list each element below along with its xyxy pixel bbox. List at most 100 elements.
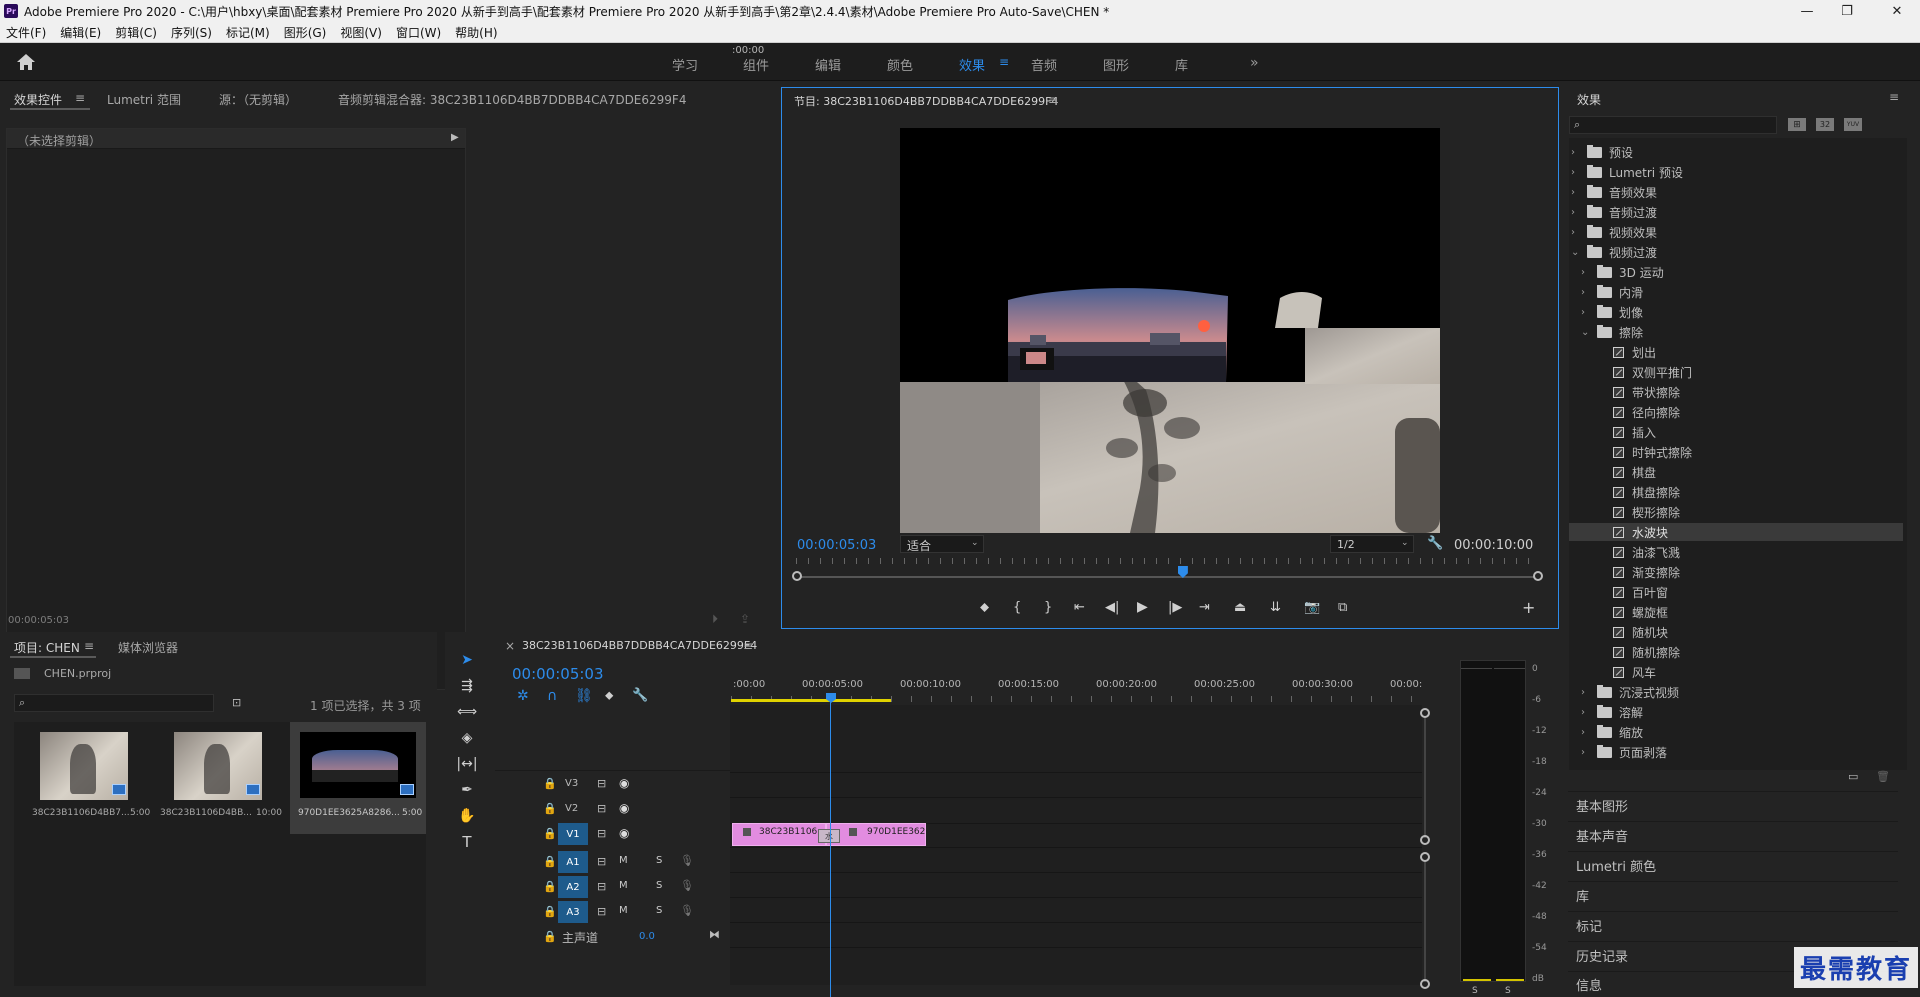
effect-item[interactable]: 双侧平推门 xyxy=(1613,364,1692,381)
effect-item[interactable]: 棋盘 xyxy=(1613,464,1656,481)
menu-graphics[interactable]: 图形(G) xyxy=(284,24,327,41)
project-search-input[interactable]: ⌕ xyxy=(14,694,214,712)
tree-folder-3d-motion[interactable]: › 3D 运动 xyxy=(1581,264,1664,281)
mute-button[interactable]: M xyxy=(619,905,628,916)
slip-tool-icon[interactable]: |↔| xyxy=(456,754,478,774)
menu-edit[interactable]: 编辑(E) xyxy=(60,24,101,41)
timeline-menu-icon[interactable]: ≡ xyxy=(743,639,753,653)
tree-folder-dissolve[interactable]: › 溶解 xyxy=(1581,704,1643,721)
master-end-icon[interactable]: ⧓ xyxy=(709,928,720,941)
mute-button[interactable]: M xyxy=(619,855,628,866)
lock-icon[interactable]: 🔒 xyxy=(543,880,557,893)
timeline-clip[interactable]: 970D1EE3625 xyxy=(826,823,931,846)
video-scrollbar[interactable] xyxy=(1424,718,1426,838)
tab-project[interactable]: 项目: CHEN xyxy=(14,639,80,656)
program-video-frame[interactable] xyxy=(900,128,1440,533)
timeline-close-icon[interactable]: × xyxy=(505,639,515,653)
scrubber-start-handle[interactable] xyxy=(792,571,802,581)
workspace-more-icon[interactable]: » xyxy=(1250,55,1259,71)
tree-folder-audio-effects[interactable]: › 音频效果 xyxy=(1571,184,1657,201)
tab-audio-clip-mixer[interactable]: 音频剪辑混合器: 38C23B1106D4BB7DDBB4CA7DDE6299F… xyxy=(338,91,686,108)
add-button-icon[interactable]: + xyxy=(1522,598,1535,617)
menu-clip[interactable]: 剪辑(C) xyxy=(115,24,157,41)
delete-icon[interactable]: 🗑 xyxy=(1876,770,1890,783)
tree-folder-presets[interactable]: › 预设 xyxy=(1571,144,1633,161)
tree-folder-iris[interactable]: › 划像 xyxy=(1581,304,1643,321)
tab-media-browser[interactable]: 媒体浏览器 xyxy=(118,639,178,656)
audio-scrollbar[interactable] xyxy=(1424,862,1426,982)
track-header-v3[interactable]: 🔒 V3 ⊟ ◉ xyxy=(495,772,730,797)
vertical-zoom-handle[interactable] xyxy=(1420,852,1430,862)
eye-icon[interactable]: ◉ xyxy=(619,776,629,790)
sync-lock-icon[interactable]: ⊟ xyxy=(597,827,606,840)
track-target-a2[interactable]: A2 xyxy=(558,876,588,898)
solo-button[interactable]: S xyxy=(656,880,662,891)
tree-folder-page-peel[interactable]: › 页面剥落 xyxy=(1581,744,1667,761)
hand-tool-icon[interactable]: ✋ xyxy=(456,806,478,826)
timeline-sequence-tab[interactable]: 38C23B1106D4BB7DDBB4CA7DDE6299F4 xyxy=(522,639,757,652)
razor-tool-icon[interactable]: ◈ xyxy=(456,728,478,748)
workspace-tab-libraries[interactable]: 库 xyxy=(1175,55,1188,74)
tab-source[interactable]: 源：（无剪辑） xyxy=(219,91,297,108)
lock-icon[interactable]: 🔒 xyxy=(543,905,557,918)
lock-icon[interactable]: 🔒 xyxy=(543,855,557,868)
effect-item[interactable]: 径向擦除 xyxy=(1613,404,1680,421)
selection-tool-icon[interactable]: ➤ xyxy=(456,650,478,670)
new-custom-bin-icon[interactable]: ▭ xyxy=(1848,770,1858,783)
effects-search-input[interactable]: ⌕ xyxy=(1569,116,1777,134)
vertical-zoom-handle[interactable] xyxy=(1420,835,1430,845)
effects-panel-title[interactable]: 效果 xyxy=(1577,91,1601,108)
wrench-icon[interactable]: 🔧 xyxy=(1427,536,1443,551)
lift-icon[interactable]: ⏏ xyxy=(1234,600,1246,615)
solo-left-button[interactable]: S xyxy=(1472,986,1478,996)
sync-lock-icon[interactable]: ⊟ xyxy=(597,905,606,918)
panel-essential-sound[interactable]: 基本声音 xyxy=(1568,821,1898,849)
effect-item[interactable]: 插入 xyxy=(1613,424,1656,441)
mute-button[interactable]: M xyxy=(619,880,628,891)
effect-item[interactable]: 螺旋框 xyxy=(1613,604,1668,621)
effect-item[interactable]: 随机擦除 xyxy=(1613,644,1680,661)
project-item[interactable]: 38C23B1106D4BB7... 5:00 xyxy=(22,728,150,828)
tree-folder-slide[interactable]: › 内滑 xyxy=(1581,284,1643,301)
track-header-v2[interactable]: 🔒 V2 ⊟ ◉ xyxy=(495,797,730,822)
close-window-button[interactable]: ✕ xyxy=(1874,0,1920,22)
project-item[interactable]: 38C23B1106D4BB... 10:00 xyxy=(156,728,284,828)
tree-folder-video-effects[interactable]: › 视频效果 xyxy=(1571,224,1657,241)
eye-icon[interactable]: ◉ xyxy=(619,826,629,840)
project-item-selected[interactable]: 970D1EE3625A8286... 5:00 xyxy=(290,722,426,834)
extract-icon[interactable]: ⇊ xyxy=(1270,600,1281,615)
menu-window[interactable]: 窗口(W) xyxy=(396,24,441,41)
filter-icon[interactable]: ⏵ xyxy=(712,612,718,627)
new-bin-icon[interactable]: ⊡ xyxy=(232,696,241,709)
ripple-edit-tool-icon[interactable]: ⟺ xyxy=(456,702,478,722)
workspace-tab-editing[interactable]: 编辑 xyxy=(815,55,841,74)
step-back-icon[interactable]: ◀| xyxy=(1105,600,1119,615)
snap-icon[interactable]: ∩ xyxy=(547,688,557,704)
track-target-a3[interactable]: A3 xyxy=(558,901,588,923)
camera-icon[interactable]: 📷 xyxy=(1304,600,1320,615)
vertical-zoom-handle[interactable] xyxy=(1420,979,1430,989)
effect-item-selected[interactable]: 水波块 xyxy=(1613,524,1668,541)
program-scrubber-track[interactable] xyxy=(796,576,1540,578)
effect-item[interactable]: 风车 xyxy=(1613,664,1656,681)
restore-button[interactable]: ❐ xyxy=(1824,0,1870,22)
export-icon[interactable]: ⇪ xyxy=(740,612,750,626)
accelerated-effects-icon[interactable]: ⊞ xyxy=(1788,118,1806,131)
mark-out-icon[interactable]: } xyxy=(1044,600,1052,615)
step-forward-icon[interactable]: |▶ xyxy=(1168,600,1182,615)
track-header-a3[interactable]: 🔒 A3 ⊟ M S 🎙 xyxy=(495,900,730,924)
linked-selection-icon[interactable]: ⛓ xyxy=(575,688,593,704)
pen-tool-icon[interactable]: ✒ xyxy=(456,780,478,800)
timeline-clip[interactable]: 38C23B1106 xyxy=(732,823,826,846)
home-icon[interactable] xyxy=(16,53,36,71)
timeline-marker-icon[interactable]: ⬥ xyxy=(605,688,613,703)
resolution-dropdown[interactable]: 1/2 ⌄ xyxy=(1330,535,1414,553)
solo-button[interactable]: S xyxy=(656,905,662,916)
track-target-a1[interactable]: A1 xyxy=(558,851,588,873)
menu-sequence[interactable]: 序列(S) xyxy=(171,24,212,41)
panel-essential-graphics[interactable]: 基本图形 xyxy=(1568,791,1898,819)
work-area-bar[interactable] xyxy=(731,699,891,702)
menu-marker[interactable]: 标记(M) xyxy=(226,24,270,41)
track-header-a2[interactable]: 🔒 A2 ⊟ M S 🎙 xyxy=(495,875,730,899)
lock-icon[interactable]: 🔒 xyxy=(543,827,557,840)
